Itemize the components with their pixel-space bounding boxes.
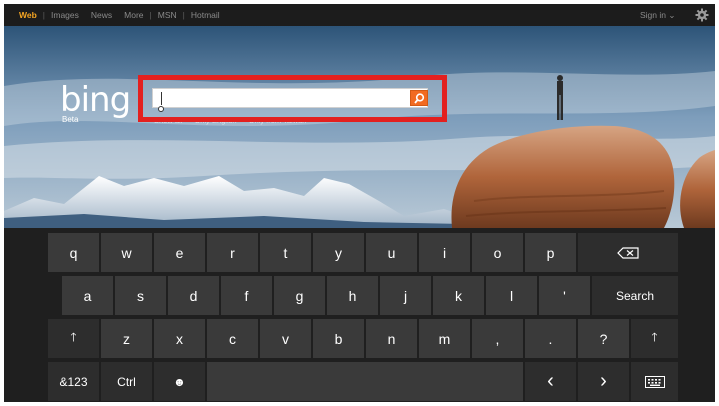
key-w[interactable]: w — [101, 233, 152, 272]
key-apostrophe[interactable]: ' — [539, 276, 590, 315]
nav-hotmail[interactable]: Hotmail — [191, 10, 220, 20]
key-emoji[interactable]: ☻ — [154, 362, 205, 401]
emoji-icon: ☻ — [173, 374, 186, 389]
key-s[interactable]: s — [115, 276, 166, 315]
browser-screen: Web | Images News More | MSN | Hotmail Sign in ⌄ — [4, 4, 715, 402]
key-d[interactable]: d — [168, 276, 219, 315]
key-o[interactable]: o — [472, 233, 523, 272]
key-t[interactable]: t — [260, 233, 311, 272]
nav-separator: | — [42, 10, 46, 20]
search-key[interactable]: Search — [592, 276, 678, 315]
key-r[interactable]: r — [207, 233, 258, 272]
search-icon — [414, 93, 425, 104]
key-comma[interactable]: , — [472, 319, 523, 358]
search-input[interactable] — [152, 88, 428, 108]
key-e[interactable]: e — [154, 233, 205, 272]
chevron-right-icon: › — [600, 370, 607, 392]
key-n[interactable]: n — [366, 319, 417, 358]
text-caret — [161, 92, 162, 105]
hero-background: bing Beta — [4, 26, 715, 228]
key-question[interactable]: ? — [578, 319, 629, 358]
key-f[interactable]: f — [221, 276, 272, 315]
key-z[interactable]: z — [101, 319, 152, 358]
key-arrow-right[interactable]: › — [578, 362, 629, 401]
touch-cursor — [158, 106, 164, 112]
bing-logo: bing — [60, 80, 131, 120]
key-symbols[interactable]: &123 — [48, 362, 99, 401]
search-button[interactable] — [410, 90, 428, 106]
nav-images[interactable]: Images — [51, 10, 79, 20]
nav-separator: | — [149, 10, 152, 20]
chevron-down-icon: ⌄ — [668, 10, 676, 20]
nav-web[interactable]: Web — [19, 10, 37, 20]
key-m[interactable]: m — [419, 319, 470, 358]
key-keyboard-menu[interactable] — [631, 362, 678, 401]
key-shift-right[interactable]: 🡑 — [631, 319, 678, 358]
key-x[interactable]: x — [154, 319, 205, 358]
key-backspace[interactable] — [578, 233, 678, 272]
key-period[interactable]: . — [525, 319, 576, 358]
key-arrow-left[interactable]: ‹ — [525, 362, 576, 401]
nav-separator: | — [182, 10, 185, 20]
key-space[interactable] — [207, 362, 523, 401]
key-i[interactable]: i — [419, 233, 470, 272]
sign-in-label: Sign in — [640, 10, 666, 20]
key-k[interactable]: k — [433, 276, 484, 315]
backspace-icon — [617, 246, 639, 259]
beta-label: Beta — [62, 115, 79, 124]
top-nav-bar: Web | Images News More | MSN | Hotmail Sign in ⌄ — [4, 4, 715, 26]
chevron-left-icon: ‹ — [547, 370, 554, 392]
key-ctrl[interactable]: Ctrl — [101, 362, 152, 401]
key-g[interactable]: g — [274, 276, 325, 315]
nav-msn[interactable]: MSN — [158, 10, 177, 20]
key-y[interactable]: y — [313, 233, 364, 272]
key-l[interactable]: l — [486, 276, 537, 315]
keyboard-icon — [644, 375, 665, 388]
key-p[interactable]: p — [525, 233, 576, 272]
key-h[interactable]: h — [327, 276, 378, 315]
nav-more[interactable]: More — [124, 10, 143, 20]
key-q[interactable]: q — [48, 233, 99, 272]
key-a[interactable]: a — [62, 276, 113, 315]
key-j[interactable]: j — [380, 276, 431, 315]
landscape-image — [4, 26, 715, 228]
key-b[interactable]: b — [313, 319, 364, 358]
key-c[interactable]: c — [207, 319, 258, 358]
key-u[interactable]: u — [366, 233, 417, 272]
shift-icon: 🡑 — [651, 330, 658, 344]
gear-icon[interactable] — [695, 8, 709, 22]
key-v[interactable]: v — [260, 319, 311, 358]
key-shift-left[interactable]: 🡑 — [48, 319, 99, 358]
touch-keyboard: q w e r t y u i o p a s d f g h j k l ' … — [4, 228, 715, 402]
nav-news[interactable]: News — [91, 10, 112, 20]
shift-icon: 🡑 — [70, 330, 77, 344]
sign-in-link[interactable]: Sign in ⌄ — [640, 10, 676, 21]
nav-links: Web | Images News More | MSN | Hotmail — [19, 10, 220, 20]
